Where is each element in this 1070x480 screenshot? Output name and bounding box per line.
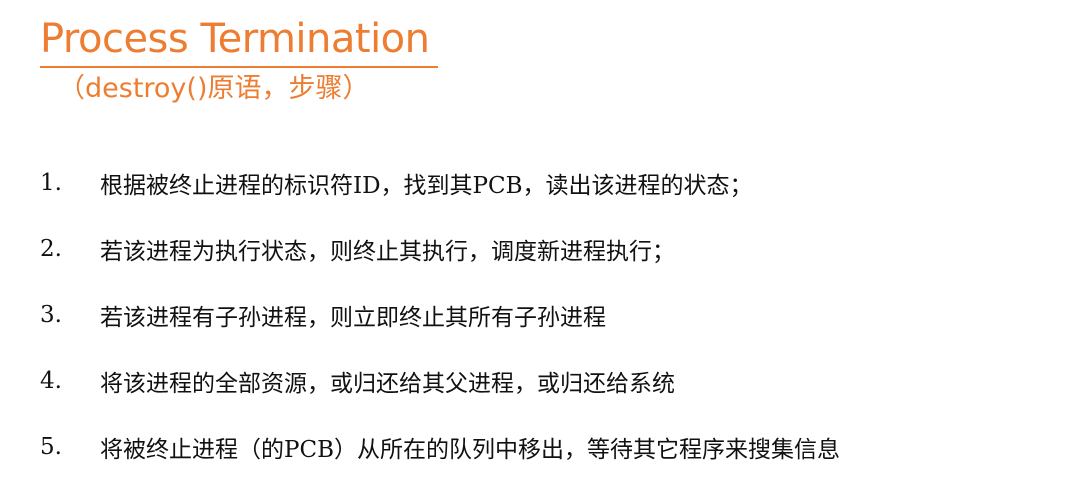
step-number: 3.: [40, 302, 62, 328]
step-number: 5.: [40, 434, 62, 460]
step-text: 根据被终止进程的标识符ID，找到其PCB，读出该进程的状态；: [100, 173, 753, 199]
step-text: 将被终止进程（的PCB）从所在的队列中移出，等待其它程序来搜集信息: [100, 437, 840, 463]
step-number: 4.: [40, 368, 62, 394]
step-item: 2. 若该进程为执行状态，则终止其执行，调度新进程执行；: [40, 216, 840, 282]
step-text: 若该进程有子孙进程，则立即终止其所有子孙进程: [100, 305, 606, 331]
page-subtitle: （destroy()原语，步骤）: [58, 73, 370, 104]
step-item: 4. 将该进程的全部资源，或归还给其父进程，或归还给系统: [40, 348, 840, 414]
title-block: Process Termination （destroy()原语，步骤）: [40, 14, 438, 106]
step-item: 1. 根据被终止进程的标识符ID，找到其PCB，读出该进程的状态；: [40, 150, 840, 216]
title-underline: [40, 66, 438, 68]
step-text: 若该进程为执行状态，则终止其执行，调度新进程执行；: [100, 239, 675, 265]
steps-list: 1. 根据被终止进程的标识符ID，找到其PCB，读出该进程的状态； 2. 若该进…: [40, 150, 840, 480]
step-item: 5. 将被终止进程（的PCB）从所在的队列中移出，等待其它程序来搜集信息: [40, 414, 840, 480]
step-number: 1.: [40, 170, 62, 196]
step-number: 2.: [40, 236, 62, 262]
step-text: 将该进程的全部资源，或归还给其父进程，或归还给系统: [100, 371, 675, 397]
step-item: 3. 若该进程有子孙进程，则立即终止其所有子孙进程: [40, 282, 840, 348]
page-title: Process Termination: [40, 16, 430, 62]
